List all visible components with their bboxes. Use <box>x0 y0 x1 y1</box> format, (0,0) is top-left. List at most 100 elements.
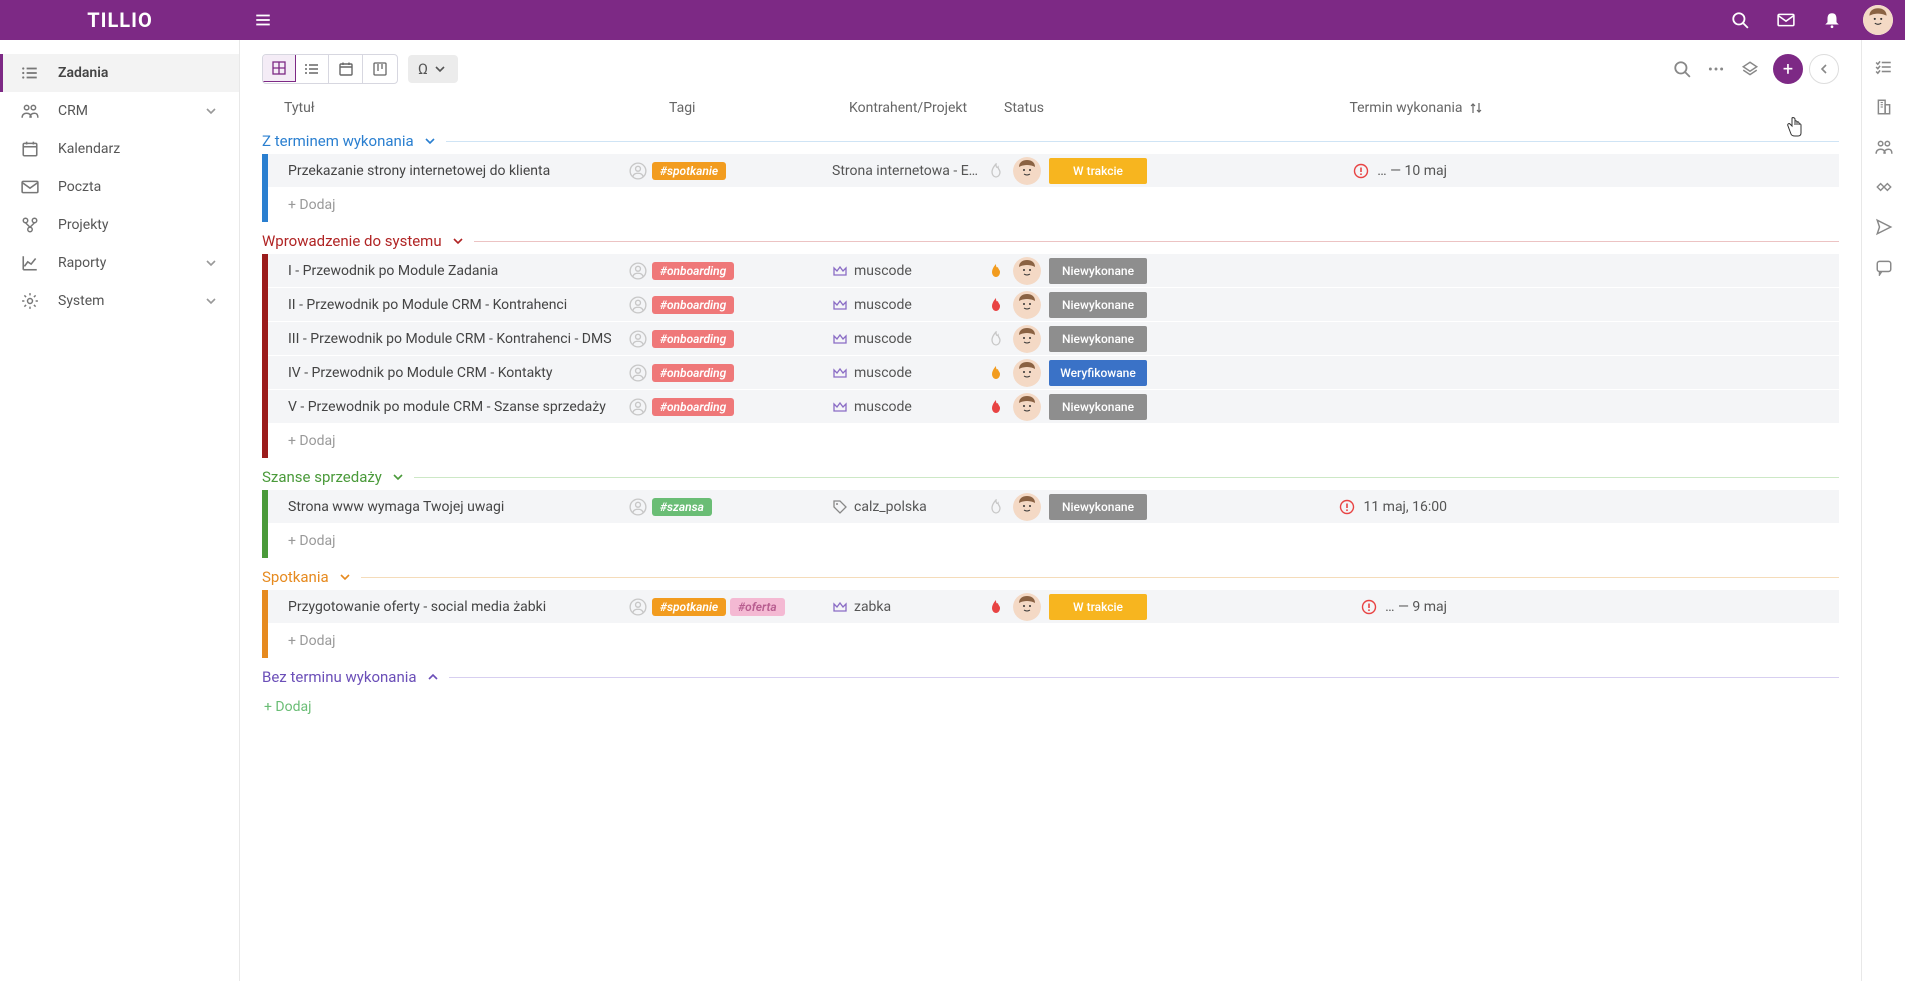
group-button[interactable] <box>1733 60 1767 78</box>
rail-deals-button[interactable] <box>1862 178 1905 196</box>
priority-flame-icon[interactable] <box>987 365 1005 381</box>
priority-flame-icon[interactable] <box>987 163 1005 179</box>
task-row[interactable]: II - Przewodnik po Module CRM - Kontrahe… <box>262 288 1839 322</box>
col-deadline[interactable]: Termin wykonania <box>1254 100 1484 116</box>
assignee-avatar[interactable] <box>1013 325 1041 353</box>
sidebar-item-raporty[interactable]: Raporty <box>0 244 239 282</box>
col-contractor[interactable]: Kontrahent/Projekt <box>849 100 1004 116</box>
section-header[interactable]: Bez terminu wykonania <box>262 668 1839 686</box>
priority-flame-icon[interactable] <box>987 599 1005 615</box>
assignee-placeholder-icon[interactable] <box>624 162 652 180</box>
task-contractor[interactable]: muscode <box>832 263 987 279</box>
assignee-avatar[interactable] <box>1013 257 1041 285</box>
col-tags[interactable]: Tagi <box>669 100 849 116</box>
task-contractor[interactable]: muscode <box>832 331 987 347</box>
search-button[interactable] <box>1717 11 1763 29</box>
task-contractor[interactable]: calz_polska <box>832 499 987 515</box>
status-badge[interactable]: Niewykonane <box>1049 326 1147 352</box>
priority-flame-icon[interactable] <box>987 499 1005 515</box>
section-header[interactable]: Z terminem wykonania <box>262 132 1839 150</box>
assignee-avatar[interactable] <box>1013 359 1041 387</box>
table-search-button[interactable] <box>1665 60 1699 78</box>
section-header[interactable]: Wprowadzenie do systemu <box>262 232 1839 250</box>
tag[interactable]: #spotkanie <box>652 162 726 180</box>
sidebar-item-crm[interactable]: CRM <box>0 92 239 130</box>
assignee-placeholder-icon[interactable] <box>624 364 652 382</box>
assignee-placeholder-icon[interactable] <box>624 262 652 280</box>
task-contractor[interactable]: muscode <box>832 399 987 415</box>
priority-flame-icon[interactable] <box>987 331 1005 347</box>
menu-toggle-button[interactable] <box>240 11 286 29</box>
tag[interactable]: #spotkanie <box>652 598 726 616</box>
sidebar-item-system[interactable]: System <box>0 282 239 320</box>
add-task-row[interactable]: + Dodaj <box>262 624 1839 658</box>
task-row[interactable]: Przekazanie strony internetowej do klien… <box>262 154 1839 188</box>
add-task-row[interactable]: + Dodaj <box>262 424 1839 458</box>
rail-contacts-button[interactable] <box>1862 138 1905 156</box>
view-table-button[interactable] <box>262 54 296 82</box>
sidebar-item-kalendarz[interactable]: Kalendarz <box>0 130 239 168</box>
view-calendar-button[interactable] <box>329 55 363 83</box>
sidebar-item-poczta[interactable]: Poczta <box>0 168 239 206</box>
rail-companies-button[interactable] <box>1862 98 1905 116</box>
assignee-avatar[interactable] <box>1013 157 1041 185</box>
tag[interactable]: #oferta <box>730 598 784 616</box>
collapse-panel-button[interactable] <box>1809 54 1839 84</box>
assignee-avatar[interactable] <box>1013 593 1041 621</box>
col-status[interactable]: Status <box>1004 100 1254 116</box>
task-row[interactable]: IV - Przewodnik po Module CRM - Kontakty… <box>262 356 1839 390</box>
assignee-placeholder-icon[interactable] <box>624 498 652 516</box>
rail-send-button[interactable] <box>1862 218 1905 236</box>
col-title[interactable]: Tytuł <box>284 100 669 116</box>
tag[interactable]: #onboarding <box>652 330 734 348</box>
add-task-button[interactable]: + <box>1773 54 1803 84</box>
status-badge[interactable]: Weryfikowane <box>1049 360 1147 386</box>
sidebar-item-zadania[interactable]: Zadania <box>0 54 239 92</box>
tag[interactable]: #onboarding <box>652 296 734 314</box>
view-kanban-button[interactable] <box>363 55 397 83</box>
priority-flame-icon[interactable] <box>987 263 1005 279</box>
assignee-placeholder-icon[interactable] <box>624 398 652 416</box>
assignee-placeholder-icon[interactable] <box>624 296 652 314</box>
task-row[interactable]: Przygotowanie oferty - social media żabk… <box>262 590 1839 624</box>
assignee-avatar[interactable] <box>1013 493 1041 521</box>
section-header[interactable]: Szanse sprzedaży <box>262 468 1839 486</box>
add-task-row[interactable]: + Dodaj <box>262 524 1839 558</box>
assignee-avatar[interactable] <box>1013 291 1041 319</box>
task-row[interactable]: Strona www wymaga Twojej uwagi #szansa c… <box>262 490 1839 524</box>
messages-button[interactable] <box>1763 11 1809 29</box>
assignee-placeholder-icon[interactable] <box>624 330 652 348</box>
assignee-avatar[interactable] <box>1013 393 1041 421</box>
view-list-button[interactable] <box>295 55 329 83</box>
task-contractor[interactable]: muscode <box>832 365 987 381</box>
task-row[interactable]: III - Przewodnik po Module CRM - Kontrah… <box>262 322 1839 356</box>
task-row[interactable]: I - Przewodnik po Module Zadania #onboar… <box>262 254 1839 288</box>
rail-tasks-button[interactable] <box>1862 58 1905 76</box>
tag[interactable]: #onboarding <box>652 364 734 382</box>
add-task-row[interactable]: + Dodaj <box>262 188 1839 222</box>
rail-chat-button[interactable] <box>1862 258 1905 276</box>
assignee-placeholder-icon[interactable] <box>624 598 652 616</box>
status-badge[interactable]: W trakcie <box>1049 158 1147 184</box>
add-section-button[interactable]: + Dodaj <box>262 690 1839 724</box>
status-badge[interactable]: Niewykonane <box>1049 292 1147 318</box>
status-badge[interactable]: Niewykonane <box>1049 258 1147 284</box>
status-badge[interactable]: W trakcie <box>1049 594 1147 620</box>
tag[interactable]: #onboarding <box>652 398 734 416</box>
task-row[interactable]: V - Przewodnik po module CRM - Szanse sp… <box>262 390 1839 424</box>
tag[interactable]: #szansa <box>652 498 712 516</box>
priority-flame-icon[interactable] <box>987 297 1005 313</box>
more-options-button[interactable] <box>1699 60 1733 78</box>
filter-button[interactable]: Ω <box>408 55 458 83</box>
status-badge[interactable]: Niewykonane <box>1049 494 1147 520</box>
section-header[interactable]: Spotkania <box>262 568 1839 586</box>
notifications-button[interactable] <box>1809 11 1855 29</box>
task-contractor[interactable]: muscode <box>832 297 987 313</box>
task-contractor[interactable]: zabka <box>832 599 987 615</box>
task-contractor[interactable]: Strona internetowa - E… <box>832 163 987 179</box>
sidebar-item-projekty[interactable]: Projekty <box>0 206 239 244</box>
status-badge[interactable]: Niewykonane <box>1049 394 1147 420</box>
user-avatar[interactable] <box>1863 5 1893 35</box>
priority-flame-icon[interactable] <box>987 399 1005 415</box>
tag[interactable]: #onboarding <box>652 262 734 280</box>
